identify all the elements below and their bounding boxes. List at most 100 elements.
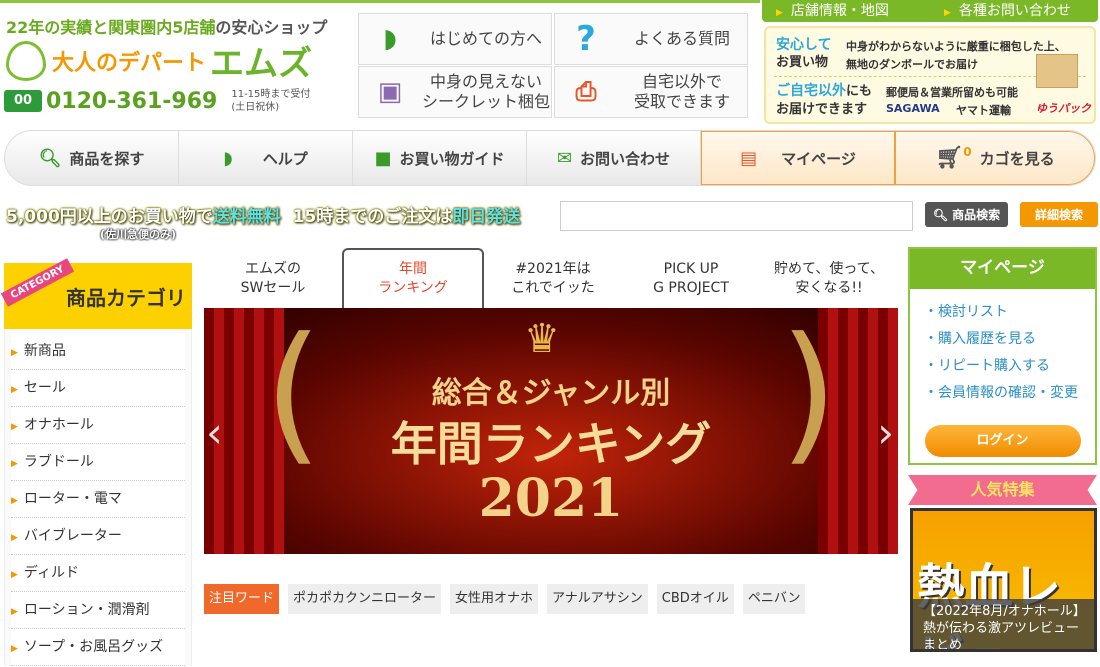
banner-line1: 総合＆ジャンル別 [431,376,671,411]
hours-text: 11-15時まで受付 [231,89,311,100]
feature-faq[interactable]: ? よくある質問 [554,13,748,65]
nav-guide[interactable]: ■ お買い物ガイド [353,131,527,185]
trending-tag[interactable]: 女性用オナホ [450,584,539,614]
login-button[interactable]: ログイン [924,425,1081,457]
category-item[interactable]: ▶ バイブレーター [11,518,185,555]
nav-contact[interactable]: ✉ お問い合わせ [527,131,701,185]
category-item[interactable]: ▶ ローション・潤滑剤 [11,592,185,629]
category-label: 新商品 [23,343,66,359]
tab-sw-sale[interactable]: エムズの SWセール [204,248,342,308]
nav-cart[interactable]: 🛒︎0 カゴを見る [895,131,1095,185]
link-label: 店舗情報・地図 [790,3,889,19]
feature-pickup[interactable]: ⎙ 自宅以外で 受取できます [554,66,748,118]
popular-features-heading: 人気特集 [908,475,1097,505]
mypage-link[interactable]: ・リピート購入する [910,353,1095,380]
tab-annual-ranking[interactable]: 年間 ランキング [342,248,484,308]
category-item[interactable]: ▶ ローター・電マ [11,481,185,518]
banner-line3: 2021 [478,468,624,529]
category-title: 商品カテゴリ [66,285,186,310]
holiday-text: (土日祝休) [231,102,280,113]
site-logo[interactable]: 大人のデパート エムズ [6,36,312,85]
tab-g-project[interactable]: PICK UP G PROJECT [622,248,760,308]
category-item[interactable]: ▶ ソープ・お風呂グッズ [11,629,185,666]
nav-label: カゴを見る [979,149,1055,168]
beginner-mark-icon: ◗ [223,147,233,169]
mypage-link[interactable]: ・購入履歴を見る [910,326,1095,353]
category-label: オナホール [23,417,94,433]
bullet: ・ [924,304,938,320]
mypage-link[interactable]: ・検討リスト [910,299,1095,326]
tab-2021[interactable]: #2021年は これでイッた [484,248,622,308]
mypage-link[interactable]: ・会員情報の確認・変更 [910,380,1095,407]
advanced-search-button[interactable]: 詳細検索 [1020,202,1098,227]
feature-beginner[interactable]: ◗ はじめての方へ [358,13,552,65]
nav-mypage[interactable]: ▤ マイページ [701,131,895,185]
info-text: 郵便局＆営業所留めも可能 [886,86,1018,99]
phone-block: 00 0120-361-969 11-15時まで受付 (土日祝休) [4,88,310,114]
popular-feature-card[interactable]: 熱血レビュー 【2022年8月/オナホール】熱が伝わる激アツレビューまとめ [910,508,1097,652]
promo-text: 5,000円以上のお買い物で [6,207,213,227]
search-button[interactable]: 🔍︎ 商品検索 [925,202,1008,227]
promo-highlight: 送料無料 [212,207,281,227]
next-arrow-icon[interactable]: › [877,408,894,457]
trending-tag[interactable]: CBDオイル [656,584,734,614]
info-text: 中身がわからないように厳重に梱包した上、 [846,40,1066,53]
link-label: リピート購入する [938,358,1050,374]
nav-search[interactable]: 🔍︎ 商品を探す [5,131,179,185]
arrow-icon: ▶ [11,644,18,654]
feature-label: 中身の見えない シークレット梱包 [421,72,550,111]
category-label: ソープ・お風呂グッズ [23,639,164,655]
banner-line2: 年間ランキング [390,417,712,471]
nav-label: ヘルプ [262,149,308,168]
feature-caption: 【2022年8月/オナホール】熱が伝わる激アツレビューまとめ [913,599,1094,649]
search-icon: 🔍︎ [38,147,62,169]
main-nav: 🔍︎ 商品を探す ◗ ヘルプ ■ お買い物ガイド ✉ お問い合わせ ▤ マイページ 🛒︎0… [4,130,1096,186]
info-title: 安心して [776,37,832,53]
profile-card-icon: ▤ [740,147,758,169]
category-ribbon: CATEGORY [0,258,75,307]
contact-link[interactable]: ▶ 各種お問い合わせ [930,0,1098,22]
phone-number[interactable]: 0120-361-969 [46,89,217,114]
free-dial-icon: 00 [4,90,42,112]
prev-arrow-icon[interactable]: ‹ [206,408,223,457]
category-item[interactable]: ▶ セール [11,370,185,407]
info-title: お買い物 [776,55,829,70]
feature-label: 自宅以外で 受取できます [633,72,730,111]
receive-icon: ⎙ [575,76,597,107]
bullet: ・ [924,331,938,347]
arrow-icon: ▶ [11,533,18,543]
category-item[interactable]: ▶ ラブドール [11,444,185,481]
search-input[interactable] [560,201,913,231]
bullet: ・ [924,358,938,374]
trending-tag[interactable]: ポカポカクンニローター [288,584,442,614]
ranking-banner[interactable]: ( ) ♛ 総合＆ジャンル別 年間ランキング 2021 ‹ › [204,308,898,554]
category-item[interactable]: ▶ ディルド [11,555,185,592]
trending-heading: 注目ワード [204,584,280,614]
arrow-icon: ▶ [11,348,18,358]
carrier-sagawa: SAGAWA [886,102,940,115]
arrow-icon: ▶ [11,385,18,395]
tab-points[interactable]: 貯めて、使って、 安くなる!! [760,248,898,308]
category-item[interactable]: ▶ オナホール [11,407,185,444]
logo-brand: エムズ [210,44,313,84]
feature-tabs: エムズの SWセール 年間 ランキング #2021年は これでイッた PICK … [204,248,898,308]
trending-words: 注目ワード ポカポカクンニローター 女性用オナホ アナルアサシン CBDオイル ペニバン [204,584,806,614]
category-label: ラブドール [23,454,94,470]
store-info-link[interactable]: ▶ 店舗情報・地図 [762,0,930,22]
arrow-icon: ▶ [11,422,18,432]
nav-help[interactable]: ◗ ヘルプ [179,131,353,185]
feature-secret-packing[interactable]: ▣ 中身の見えない シークレット梱包 [358,66,552,118]
search-button-label: 商品検索 [952,208,1001,222]
category-item[interactable]: ▶ 新商品 [11,333,185,370]
promo-note: (佐川急便のみ) [100,228,177,241]
feature-label: よくある質問 [633,29,730,48]
shipping-info-box: 安心して お買い物 中身がわからないように厳重に梱包した上、 無地のダンボールでお届… [764,26,1096,124]
box-icon: ▣ [377,77,403,107]
trending-tag[interactable]: ペニバン [742,584,806,614]
category-label: ローター・電マ [23,491,122,507]
shipping-promo: 5,000円以上のお買い物で送料無料 15時までのご注文は即日発送 [6,202,520,227]
category-label: ローション・潤滑剤 [23,602,150,618]
trending-tag[interactable]: アナルアサシン [547,584,648,614]
carrier-yupack: ゆうパック [1036,102,1091,115]
arrow-icon: ▶ [944,8,951,18]
